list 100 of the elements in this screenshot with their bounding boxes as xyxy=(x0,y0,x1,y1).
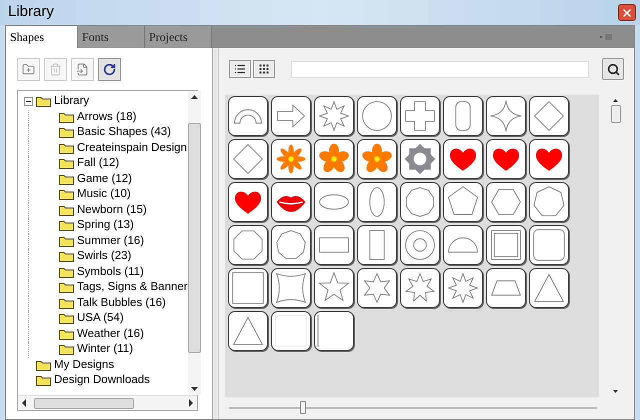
tree-item[interactable]: Spring (13) xyxy=(77,218,134,234)
tree-item[interactable]: Music (10) xyxy=(77,187,131,202)
shape-tile[interactable] xyxy=(271,311,311,351)
shape-tile[interactable] xyxy=(228,139,268,179)
line-icon xyxy=(317,315,319,347)
tree-item[interactable]: Weather (16) xyxy=(77,326,144,342)
scroll-right-icon[interactable] xyxy=(187,399,194,407)
shape-tile[interactable] xyxy=(443,225,483,265)
shape-tile[interactable] xyxy=(314,268,354,308)
search-field[interactable] xyxy=(291,60,589,78)
folder-icon xyxy=(59,251,74,262)
slider-thumb[interactable] xyxy=(300,401,306,414)
scroll-left-icon[interactable] xyxy=(21,399,28,407)
tree-item[interactable]: USA (54) xyxy=(77,311,124,326)
shape-tile[interactable] xyxy=(529,96,569,136)
scroll-thumb[interactable] xyxy=(188,123,201,353)
window-title: Library xyxy=(8,2,54,22)
grid-view-button[interactable] xyxy=(253,60,275,78)
shape-tile[interactable] xyxy=(271,225,311,265)
horizontal-scrollbar[interactable] xyxy=(18,395,197,410)
shape-tile[interactable] xyxy=(443,139,483,179)
scroll-thumb[interactable] xyxy=(34,398,134,408)
shape-tile[interactable] xyxy=(357,182,397,222)
shape-tile[interactable] xyxy=(400,225,440,265)
new-folder-button[interactable] xyxy=(17,58,40,81)
asterisk-icon xyxy=(316,98,352,134)
shape-tile[interactable] xyxy=(529,268,569,308)
shape-tile[interactable] xyxy=(529,139,569,179)
shape-tile[interactable] xyxy=(486,96,526,136)
shape-tile[interactable] xyxy=(357,96,397,136)
shape-tile[interactable] xyxy=(314,139,354,179)
shape-tile[interactable] xyxy=(228,225,268,265)
shape-tile[interactable] xyxy=(314,225,354,265)
tree-item[interactable]: Swirls (23) xyxy=(77,249,132,264)
list-view-icon xyxy=(234,63,246,75)
tree-item[interactable]: My Designs xyxy=(54,358,114,373)
circle-icon xyxy=(359,98,395,134)
import-button[interactable] xyxy=(71,58,94,81)
shape-tile[interactable] xyxy=(271,139,311,179)
folder-icon xyxy=(59,282,74,294)
folder-icon xyxy=(36,360,51,371)
folder-icon xyxy=(59,344,74,356)
shape-tile[interactable] xyxy=(486,225,526,265)
scroll-thumb[interactable] xyxy=(610,105,620,123)
tree-item[interactable]: Library xyxy=(54,94,90,110)
rounded-square-icon xyxy=(531,227,567,263)
shape-tile[interactable] xyxy=(228,268,268,308)
shape-tile[interactable] xyxy=(400,96,440,136)
menu-icon[interactable] xyxy=(600,33,612,41)
shape-tile[interactable] xyxy=(357,268,397,308)
shape-tile[interactable] xyxy=(271,96,311,136)
shape-tile[interactable] xyxy=(357,139,397,179)
tree-item[interactable]: Newborn (15) xyxy=(77,202,147,218)
tree-item[interactable]: Arrows (18) xyxy=(77,110,136,125)
gear-icon xyxy=(402,141,438,177)
shape-tile[interactable] xyxy=(357,225,397,265)
close-button[interactable] xyxy=(618,4,636,21)
tree-item[interactable]: Tags, Signs & Banner xyxy=(77,280,188,296)
shape-tile[interactable] xyxy=(400,139,440,179)
shape-tile[interactable] xyxy=(486,139,526,179)
shape-tile[interactable] xyxy=(529,182,569,222)
shape-tile[interactable] xyxy=(400,268,440,308)
tree-item[interactable]: Winter (11) xyxy=(77,342,134,358)
folder-icon xyxy=(59,189,74,200)
refresh-button[interactable] xyxy=(98,58,121,81)
shape-tile[interactable] xyxy=(271,182,311,222)
shape-tile[interactable] xyxy=(443,268,483,308)
zoom-slider[interactable] xyxy=(229,401,597,415)
shape-tile[interactable] xyxy=(314,96,354,136)
shape-tile[interactable] xyxy=(443,182,483,222)
tree-item[interactable]: Symbols (11) xyxy=(77,264,144,280)
shape-tile[interactable] xyxy=(228,311,268,351)
tree-item[interactable]: Fall (12) xyxy=(77,156,120,172)
tree-item[interactable]: Createinspain Design xyxy=(77,140,187,156)
list-view-button[interactable] xyxy=(229,60,251,78)
shape-tile[interactable] xyxy=(486,182,526,222)
shape-tile[interactable] xyxy=(228,182,268,222)
search-icon xyxy=(606,62,620,76)
folder-icon xyxy=(59,127,74,138)
search-button[interactable] xyxy=(602,58,624,80)
tree-item[interactable]: Basic Shapes (43) xyxy=(77,125,171,140)
collapse-toggle[interactable] xyxy=(24,97,33,106)
shape-tile[interactable] xyxy=(314,311,354,351)
folder-icon xyxy=(59,112,74,123)
shape-tile[interactable] xyxy=(314,182,354,222)
tab[interactable]: Fonts xyxy=(78,26,145,48)
shape-tile[interactable] xyxy=(400,182,440,222)
import-icon xyxy=(76,63,89,76)
shape-tile[interactable] xyxy=(529,225,569,265)
tree-item[interactable]: Design Downloads xyxy=(54,373,150,388)
shape-tile[interactable] xyxy=(228,96,268,136)
tree-item[interactable]: Game (12) xyxy=(77,172,132,187)
tab[interactable]: Projects xyxy=(145,26,212,48)
tab[interactable]: Shapes xyxy=(6,26,78,48)
vertical-scrollbar[interactable] xyxy=(188,91,201,395)
shape-tile[interactable] xyxy=(486,268,526,308)
shape-tile[interactable] xyxy=(443,96,483,136)
tree-item[interactable]: Summer (16) xyxy=(77,234,144,249)
shape-tile[interactable] xyxy=(271,268,311,308)
tree-item[interactable]: Talk Bubbles (16) xyxy=(77,296,166,311)
